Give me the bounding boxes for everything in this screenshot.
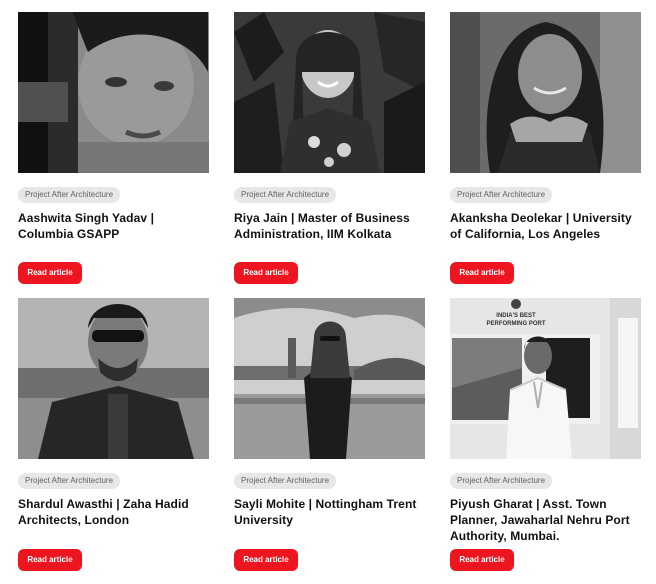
portrait-image (450, 12, 641, 173)
article-title[interactable]: Riya Jain | Master of Business Administr… (234, 210, 425, 258)
category-badge: Project After Architecture (234, 187, 337, 203)
read-article-button[interactable]: Read article (234, 262, 298, 284)
category-badge: Project After Architecture (234, 473, 337, 489)
portrait-photo[interactable] (234, 298, 425, 459)
article-card-piyush: INDIA'S BEST PERFORMING PORT Project Aft… (450, 298, 641, 584)
article-card-akanksha: Project After Architecture Akanksha Deol… (450, 12, 641, 298)
article-card-riya: Project After Architecture Riya Jain | M… (234, 12, 425, 298)
article-card-sayli: Project After Architecture Sayli Mohite … (234, 298, 425, 584)
article-card-aashwita: Project After Architecture Aashwita Sing… (18, 12, 209, 298)
portrait-image (18, 298, 209, 459)
read-article-button[interactable]: Read article (234, 549, 298, 571)
portrait-photo[interactable] (234, 12, 425, 173)
article-title[interactable]: Piyush Gharat | Asst. Town Planner, Jawa… (450, 496, 641, 544)
article-card-shardul: Project After Architecture Shardul Awast… (18, 298, 209, 584)
article-grid: Project After Architecture Aashwita Sing… (18, 12, 641, 584)
portrait-photo[interactable] (18, 12, 209, 173)
article-title[interactable]: Sayli Mohite | Nottingham Trent Universi… (234, 496, 425, 544)
signage-text-line2: PERFORMING PORT (486, 321, 545, 327)
signage-text-line1: INDIA'S BEST (496, 313, 536, 319)
portrait-image (234, 298, 425, 459)
portrait-image (234, 12, 425, 173)
article-title[interactable]: Akanksha Deolekar | University of Califo… (450, 210, 641, 258)
article-title[interactable]: Shardul Awasthi | Zaha Hadid Architects,… (18, 496, 209, 544)
portrait-image (18, 12, 209, 173)
portrait-image: INDIA'S BEST PERFORMING PORT (450, 298, 641, 459)
portrait-photo[interactable] (18, 298, 209, 459)
read-article-button[interactable]: Read article (18, 262, 82, 284)
category-badge: Project After Architecture (450, 187, 553, 203)
article-title[interactable]: Aashwita Singh Yadav | Columbia GSAPP (18, 210, 209, 258)
category-badge: Project After Architecture (18, 187, 121, 203)
category-badge: Project After Architecture (18, 473, 121, 489)
read-article-button[interactable]: Read article (450, 262, 514, 284)
read-article-button[interactable]: Read article (18, 549, 82, 571)
category-badge: Project After Architecture (450, 473, 553, 489)
read-article-button[interactable]: Read article (450, 549, 514, 571)
portrait-photo[interactable] (450, 12, 641, 173)
portrait-photo[interactable]: INDIA'S BEST PERFORMING PORT (450, 298, 641, 459)
